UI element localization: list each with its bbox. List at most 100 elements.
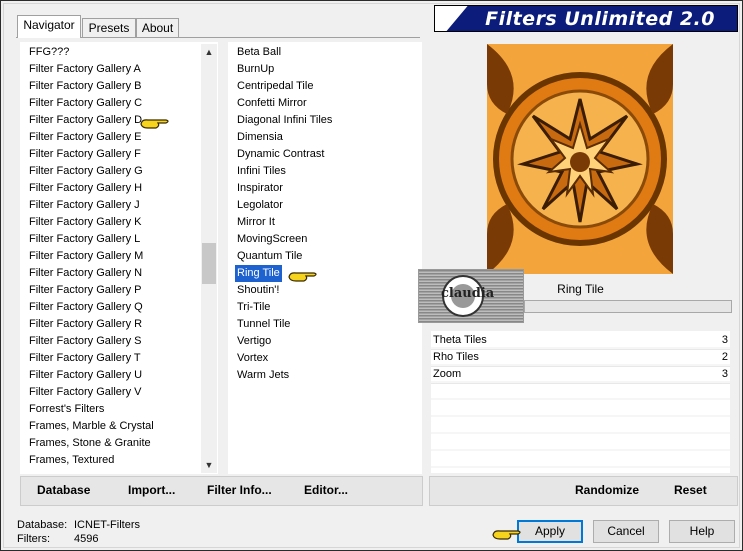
param-row[interactable]: Rho Tiles 2 xyxy=(431,349,730,367)
filter-item-label: Vortex xyxy=(237,352,269,364)
filter-item[interactable]: Inspirator xyxy=(233,180,418,197)
category-scrollbar[interactable]: ▲ ▼ xyxy=(201,44,217,473)
filter-item-label: Confetti Mirror xyxy=(237,97,307,109)
filter-item[interactable]: Quantum Tile xyxy=(233,248,418,265)
filter-list-panel: Beta Ball BurnUp Centripedal Tile Confetti … xyxy=(228,42,422,474)
category-list[interactable]: FFG??? Filter Factory Gallery A Filter Fac… xyxy=(25,44,205,472)
preview-image xyxy=(487,44,673,274)
filter-item[interactable]: Tunnel Tile xyxy=(233,316,418,333)
category-item[interactable]: Filter Factory Gallery T xyxy=(25,350,205,367)
cancel-button[interactable]: Cancel xyxy=(593,520,659,543)
param-row[interactable]: Zoom 3 xyxy=(431,366,730,384)
filter-item[interactable]: Centripedal Tile xyxy=(233,78,418,95)
category-item[interactable]: Filter Factory Gallery F xyxy=(25,146,205,163)
category-item[interactable]: Filter Factory Gallery H xyxy=(25,180,205,197)
param-value[interactable]: 3 xyxy=(722,332,728,349)
category-item[interactable]: Filter Factory Gallery E xyxy=(25,129,205,146)
category-list-panel: FFG??? Filter Factory Gallery A Filter Fac… xyxy=(20,42,218,474)
category-item[interactable]: Forrest's Filters xyxy=(25,401,205,418)
param-name: Zoom xyxy=(433,368,462,380)
category-item[interactable]: Filter Factory Gallery D xyxy=(25,112,205,129)
param-name: Theta Tiles xyxy=(433,334,487,346)
help-button[interactable]: Help xyxy=(669,520,735,543)
filter-item[interactable]: Vortex xyxy=(233,350,418,367)
filter-item-label: Quantum Tile xyxy=(237,250,303,262)
preview-graphic xyxy=(487,44,673,274)
filter-item-label: Dimensia xyxy=(237,131,283,143)
tab-about[interactable]: About xyxy=(136,18,179,38)
category-item[interactable]: Filter Factory Gallery A xyxy=(25,61,205,78)
filter-item[interactable]: Mirror It xyxy=(233,214,418,231)
category-item[interactable]: Filter Factory Gallery U xyxy=(25,367,205,384)
filter-item-label: Dynamic Contrast xyxy=(237,148,325,160)
filter-item[interactable]: Confetti Mirror xyxy=(233,95,418,112)
category-item[interactable]: FFG??? xyxy=(25,44,205,61)
category-item[interactable]: Filter Factory Gallery N xyxy=(25,265,205,282)
category-item[interactable]: Filter Factory Gallery P xyxy=(25,282,205,299)
filter-item[interactable]: Dimensia xyxy=(233,129,418,146)
filter-item-label: Shoutin'! xyxy=(237,284,280,296)
database-status-value: ICNET-Filters xyxy=(74,519,140,531)
pointing-hand-icon xyxy=(492,530,521,540)
import-button[interactable]: Import... xyxy=(128,483,175,497)
filter-item-label: Inspirator xyxy=(237,182,283,194)
database-status-label: Database: xyxy=(17,519,68,531)
filter-item[interactable]: Shoutin'! xyxy=(233,282,418,299)
filter-item[interactable]: Ring Tile xyxy=(233,265,418,282)
left-toolbar: Database Import... Filter Info... Editor… xyxy=(20,476,423,506)
filter-info-button[interactable]: Filter Info... xyxy=(207,483,272,497)
tab-navigator[interactable]: Navigator xyxy=(17,15,81,38)
database-button[interactable]: Database xyxy=(37,483,90,497)
category-item[interactable]: Filter Factory Gallery R xyxy=(25,316,205,333)
category-item[interactable]: Filter Factory Gallery Q xyxy=(25,299,205,316)
filter-item[interactable]: Tri-Tile xyxy=(233,299,418,316)
title-banner: Filters Unlimited 2.0 xyxy=(434,5,738,32)
filter-item[interactable]: Legolator xyxy=(233,197,418,214)
category-item[interactable]: Filter Factory Gallery K xyxy=(25,214,205,231)
filters-count-label: Filters: xyxy=(17,533,50,545)
scroll-up-arrow-icon[interactable]: ▲ xyxy=(201,45,217,59)
filter-item[interactable]: Beta Ball xyxy=(233,44,418,61)
apply-button[interactable]: Apply xyxy=(517,520,583,543)
randomize-button[interactable]: Randomize xyxy=(575,483,639,497)
category-item[interactable]: Frames, Stone & Granite xyxy=(25,435,205,452)
category-item[interactable]: Frames, Textured xyxy=(25,452,205,469)
category-item[interactable]: Filter Factory Gallery M xyxy=(25,248,205,265)
filter-item[interactable]: MovingScreen xyxy=(233,231,418,248)
category-item[interactable]: Filter Factory Gallery B xyxy=(25,78,205,95)
filter-item-label: Beta Ball xyxy=(237,46,282,58)
filter-item[interactable]: Diagonal Infini Tiles xyxy=(233,112,418,129)
filter-item-label: Tri-Tile xyxy=(237,301,271,313)
filter-item-label: BurnUp xyxy=(237,63,275,75)
scroll-thumb[interactable] xyxy=(202,243,216,284)
filter-item[interactable]: Dynamic Contrast xyxy=(233,146,418,163)
filter-item-label: Legolator xyxy=(237,199,283,211)
category-item[interactable]: Filter Factory Gallery S xyxy=(25,333,205,350)
selected-filter-name: Ring Tile xyxy=(557,282,604,296)
tab-presets[interactable]: Presets xyxy=(82,18,136,38)
filter-list[interactable]: Beta Ball BurnUp Centripedal Tile Confetti … xyxy=(233,44,418,384)
category-item[interactable]: Filter Factory Gallery J xyxy=(25,197,205,214)
filter-item-label: Ring Tile xyxy=(235,265,282,282)
filter-item-label: Mirror It xyxy=(237,216,275,228)
filter-item[interactable]: Warm Jets xyxy=(233,367,418,384)
filter-item-label: Warm Jets xyxy=(237,369,290,381)
reset-button[interactable]: Reset xyxy=(674,483,707,497)
filter-item-label: MovingScreen xyxy=(237,233,308,245)
category-item[interactable]: Filter Factory Gallery C xyxy=(25,95,205,112)
filter-item[interactable]: Vertigo xyxy=(233,333,418,350)
filter-item[interactable]: Infini Tiles xyxy=(233,163,418,180)
param-value[interactable]: 3 xyxy=(722,366,728,383)
filter-item-label: Tunnel Tile xyxy=(237,318,291,330)
param-name: Rho Tiles xyxy=(433,351,479,363)
param-value[interactable]: 2 xyxy=(722,349,728,366)
category-item[interactable]: Filter Factory Gallery V xyxy=(25,384,205,401)
scroll-down-arrow-icon[interactable]: ▼ xyxy=(201,458,217,472)
category-item[interactable]: Filter Factory Gallery G xyxy=(25,163,205,180)
category-item[interactable]: Filter Factory Gallery L xyxy=(25,231,205,248)
filter-item[interactable]: BurnUp xyxy=(233,61,418,78)
param-row[interactable]: Theta Tiles 3 xyxy=(431,332,730,350)
category-item[interactable]: Frames, Marble & Crystal xyxy=(25,418,205,435)
editor-button[interactable]: Editor... xyxy=(304,483,348,497)
filter-item-label: Vertigo xyxy=(237,335,272,347)
